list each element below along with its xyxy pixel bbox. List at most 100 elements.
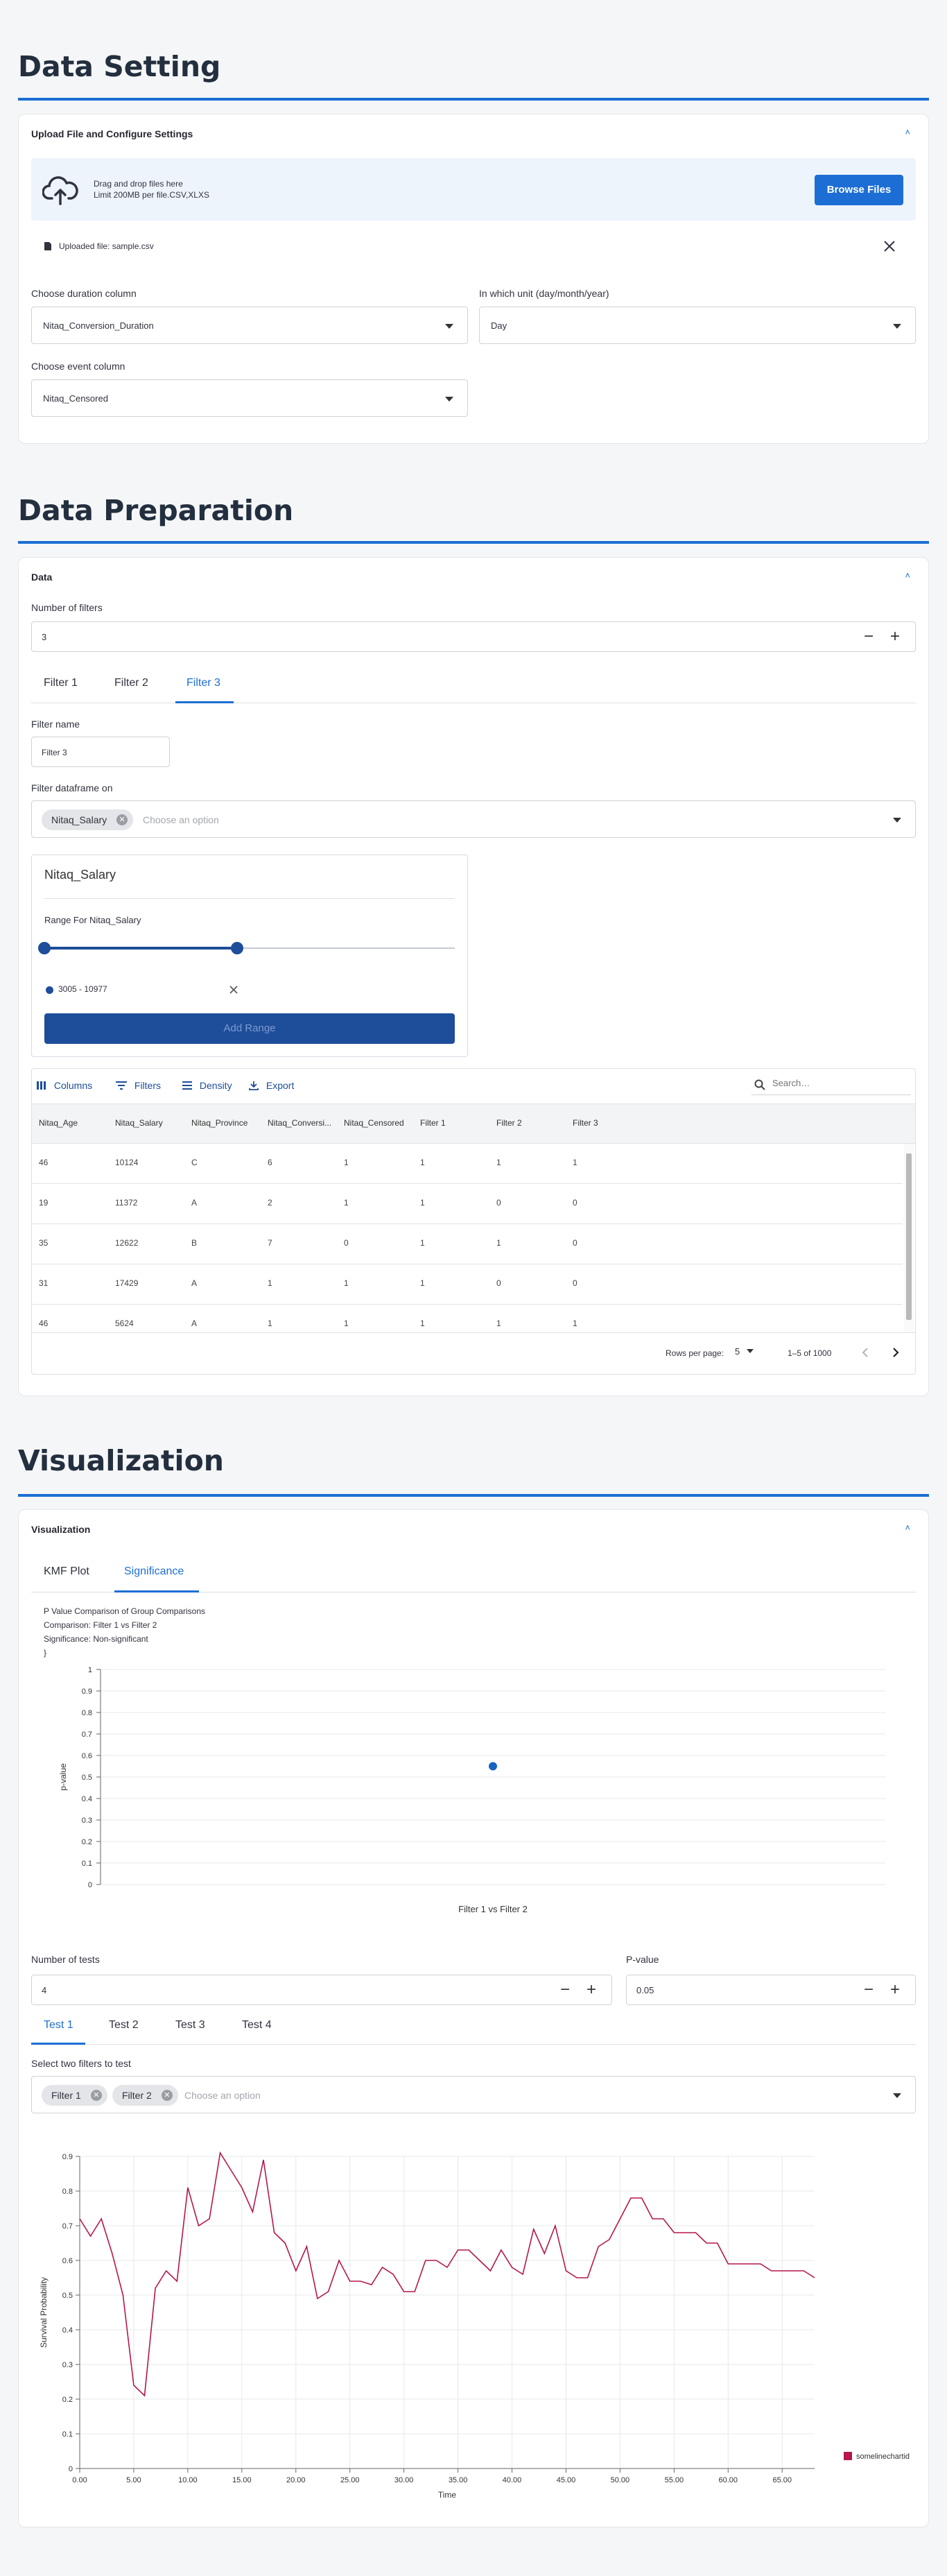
x-tick-label: 60.00 (719, 2476, 738, 2484)
slider-low-handle[interactable] (38, 942, 51, 954)
x-axis-label: Time (438, 2490, 457, 2500)
y-tick-label: 1 (88, 1666, 92, 1674)
tab-filter-1[interactable]: Filter 1 (44, 677, 78, 689)
event-column-label: Choose event column (31, 361, 125, 372)
y-axis-label: p-value (58, 1763, 68, 1791)
table-cell: 1 (344, 1158, 349, 1167)
section-divider (18, 1494, 929, 1497)
p-value-input[interactable]: 0.05 − + (626, 1975, 916, 2005)
next-page-icon[interactable] (892, 1346, 900, 1359)
remove-file-icon[interactable] (883, 239, 896, 253)
chip-remove-icon[interactable]: ✕ (161, 2090, 173, 2101)
tab-significance[interactable]: Significance (124, 1565, 184, 1578)
duration-column-select[interactable]: Nitaq_Conversion_Duration (31, 307, 468, 344)
y-tick-label: 0.1 (62, 2430, 73, 2439)
event-column-select[interactable]: Nitaq_Censored (31, 379, 468, 417)
table-row[interactable]: 19 11372 A 2 1 1 0 0 (32, 1184, 903, 1224)
section-divider (18, 98, 929, 101)
y-tick-label: 0.5 (82, 1774, 92, 1782)
num-filters-input[interactable]: 3 − + (31, 621, 916, 652)
grid-header-cell[interactable]: Nitaq_Age (39, 1118, 108, 1128)
multiselect-placeholder: Choose an option (143, 814, 219, 825)
grid-header-cell[interactable]: Filter 1 (420, 1118, 489, 1128)
increment-button[interactable]: + (587, 1981, 596, 1999)
chip-remove-icon[interactable]: ✕ (90, 2090, 102, 2101)
grid-header-cell[interactable]: Filter 3 (573, 1118, 642, 1128)
filter-name-input[interactable]: Filter 3 (31, 737, 170, 767)
chevron-down-icon (445, 397, 453, 402)
card-title[interactable]: Visualization (31, 1524, 90, 1535)
grid-scrollbar[interactable] (904, 1144, 914, 1332)
table-row[interactable]: 46 5624 A 1 1 1 1 1 (32, 1305, 903, 1332)
tab-filter-2[interactable]: Filter 2 (114, 677, 148, 689)
unit-select[interactable]: Day (479, 307, 916, 344)
select-filters-label: Select two filters to test (31, 2058, 131, 2069)
card-title[interactable]: Upload File and Configure Settings (31, 128, 193, 139)
table-row[interactable]: 35 12622 B 7 0 1 1 0 (32, 1224, 903, 1264)
grid-export-button[interactable]: Export (248, 1080, 294, 1094)
grid-header-cell[interactable]: Nitaq_Salary (115, 1118, 184, 1128)
grid-filters-button[interactable]: Filters (115, 1080, 161, 1094)
table-row[interactable]: 46 10124 C 6 1 1 1 1 (32, 1144, 903, 1184)
grid-header-row: Nitaq_Age Nitaq_Salary Nitaq_Province Ni… (32, 1104, 915, 1144)
add-range-button[interactable]: Add Range (44, 1013, 455, 1044)
decrement-button[interactable]: − (864, 1981, 874, 1999)
y-tick-label: 0.2 (82, 1838, 92, 1846)
grid-header-cell[interactable]: Nitaq_Censored (344, 1118, 413, 1128)
table-cell: 7 (268, 1238, 272, 1248)
chevron-down-icon (893, 2093, 901, 2098)
tab-test-2[interactable]: Test 2 (109, 2019, 139, 2032)
x-tick-label: 20.00 (286, 2476, 306, 2484)
x-tick-label: 15.00 (232, 2476, 252, 2484)
chip-remove-icon[interactable]: ✕ (116, 814, 128, 825)
chip-nitaq-salary[interactable]: Nitaq_Salary ✕ (42, 809, 134, 830)
file-dropzone[interactable]: Drag and drop files here Limit 200MB per… (31, 158, 916, 221)
tabs-divider (31, 2044, 916, 2045)
tab-test-4[interactable]: Test 4 (242, 2019, 272, 2032)
x-tick-label: 50.00 (611, 2476, 630, 2484)
y-tick-label: 0 (88, 1881, 92, 1889)
num-tests-input[interactable]: 4 − + (31, 1975, 612, 2005)
table-cell: 1 (420, 1319, 425, 1328)
range-slider[interactable] (38, 941, 455, 955)
prev-page-icon[interactable] (861, 1346, 869, 1359)
grid-search[interactable] (751, 1074, 911, 1095)
increment-button[interactable]: + (890, 628, 900, 646)
remove-range-icon[interactable] (229, 985, 238, 995)
grid-header-cell[interactable]: Nitaq_Conversi... (268, 1118, 337, 1128)
test-filters-multiselect[interactable]: Filter 1 ✕ Filter 2 ✕ Choose an option (31, 2076, 916, 2113)
table-cell: 1 (268, 1278, 272, 1288)
collapse-chevron-icon[interactable]: ˄ (905, 127, 910, 137)
browse-files-button[interactable]: Browse Files (815, 175, 903, 205)
scrollbar-thumb[interactable] (906, 1153, 912, 1320)
decrement-button[interactable]: − (560, 1981, 570, 1999)
card-title[interactable]: Data (31, 572, 52, 583)
collapse-chevron-icon[interactable]: ˄ (905, 1522, 910, 1533)
grid-header-cell[interactable]: Filter 2 (496, 1118, 566, 1128)
chevron-down-icon (445, 324, 453, 329)
chip-filter-2[interactable]: Filter 2 ✕ (112, 2085, 178, 2106)
grid-density-button[interactable]: Density (182, 1080, 232, 1094)
chip-filter-1[interactable]: Filter 1 ✕ (42, 2085, 107, 2106)
y-tick-label: 0.2 (62, 2396, 73, 2404)
increment-button[interactable]: + (890, 1981, 900, 1999)
range-panel: Nitaq_Salary Range For Nitaq_Salary 3005… (31, 855, 468, 1057)
table-row[interactable]: 31 17429 A 1 1 1 0 0 (32, 1264, 903, 1305)
decrement-button[interactable]: − (864, 628, 874, 646)
slider-high-handle[interactable] (231, 942, 244, 954)
grid-columns-button[interactable]: Columns (36, 1080, 92, 1094)
collapse-chevron-icon[interactable]: ˄ (905, 570, 910, 581)
grid-header-cell[interactable]: Nitaq_Province (191, 1118, 261, 1128)
table-cell: 46 (39, 1158, 49, 1167)
grid-search-input[interactable] (771, 1077, 903, 1089)
x-tick-label: 25.00 (340, 2476, 360, 2484)
tab-test-1[interactable]: Test 1 (44, 2019, 73, 2032)
tab-kmf-plot[interactable]: KMF Plot (44, 1565, 89, 1578)
filter-on-multiselect[interactable]: Nitaq_Salary ✕ Choose an option (31, 800, 916, 838)
rows-per-page-select[interactable]: 5 (735, 1346, 754, 1357)
tab-filter-3[interactable]: Filter 3 (186, 677, 220, 689)
table-cell: B (191, 1238, 198, 1248)
num-tests-label: Number of tests (31, 1954, 100, 1965)
tab-test-3[interactable]: Test 3 (175, 2019, 205, 2032)
unit-value: Day (491, 320, 507, 331)
